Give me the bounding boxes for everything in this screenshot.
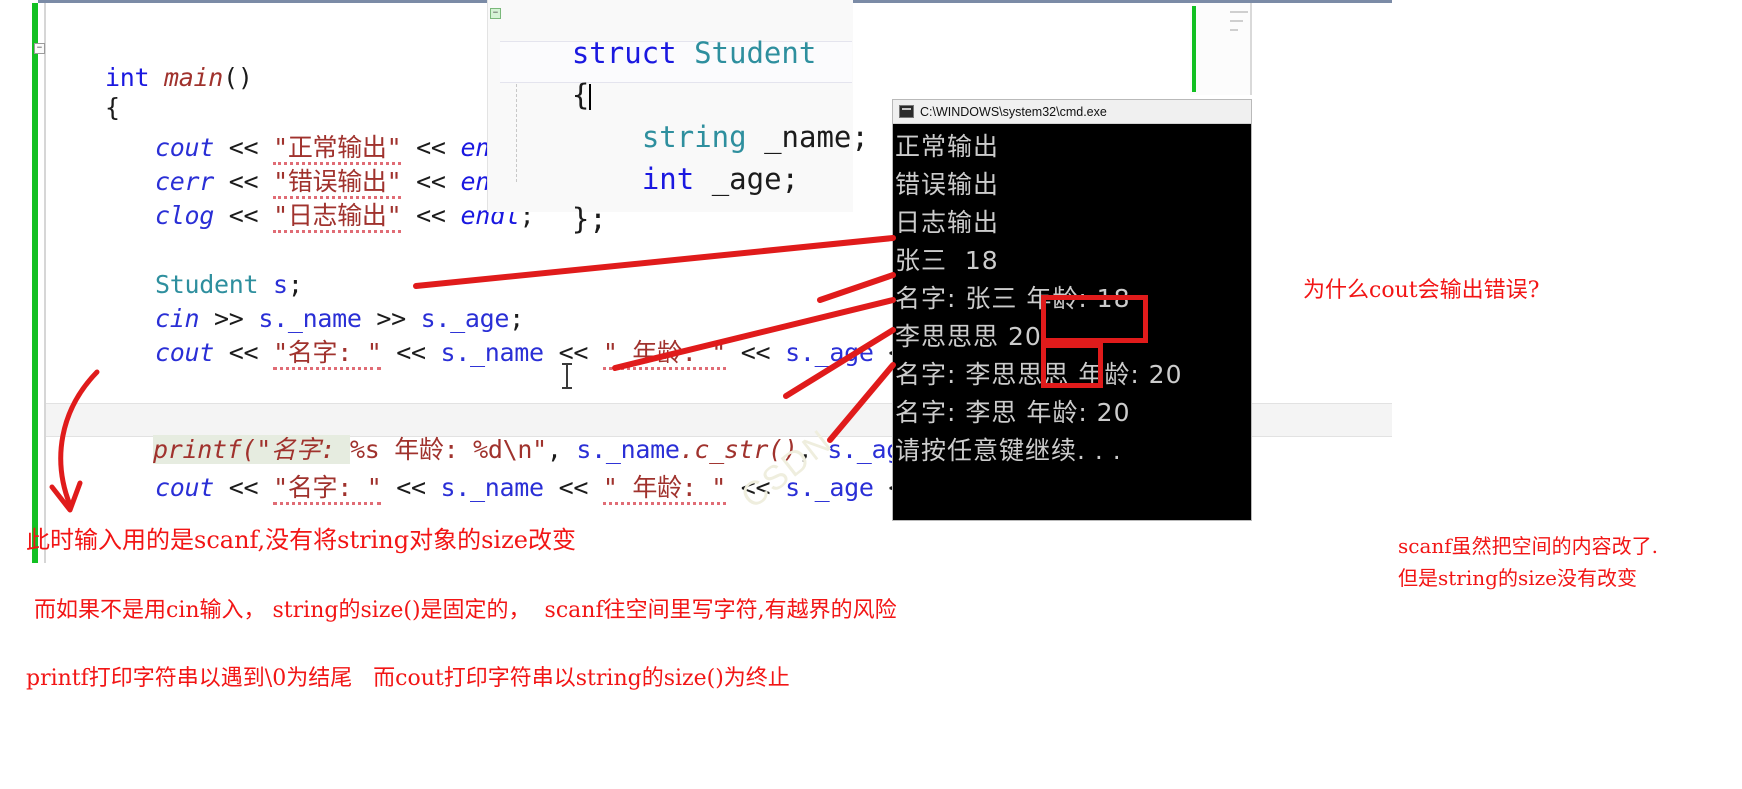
annotation-note-2: 而如果不是用cin输入， string的size()是固定的， scanf往空间… xyxy=(34,598,897,623)
console-line: 名字: 张三 年龄: 18 xyxy=(895,284,1131,313)
token-string-age-label: " 年龄: " xyxy=(602,338,726,370)
token-shift-out-2: << xyxy=(416,201,446,230)
code-fold-toggle-struct[interactable]: − xyxy=(490,8,501,19)
token-s-name: s._name xyxy=(440,338,545,367)
token-shift-out-2: << xyxy=(396,473,426,502)
token-struct-name: Student xyxy=(694,36,817,70)
token-shift-out-3: << xyxy=(558,473,589,502)
token-shift-out-4: << xyxy=(740,338,771,367)
annotation-side-1: scanf虽然把空间的内容改了. xyxy=(1398,534,1659,558)
token-shift-out-2: << xyxy=(396,338,426,367)
token-int-type: int xyxy=(641,162,695,196)
token-string-name-label: "名字: " xyxy=(273,338,382,370)
struct-line-close-brace: }; xyxy=(502,168,607,270)
token-s-age: s._age xyxy=(785,338,874,367)
token-struct-close-brace: }; xyxy=(571,202,607,236)
console-titlebar[interactable]: C:\WINDOWS\system32\cmd.exe xyxy=(893,100,1251,124)
token-shift-out: << xyxy=(228,201,259,230)
token-parens: () xyxy=(223,63,253,92)
struct-definition-panel[interactable]: − struct Student { string _name; int _ag… xyxy=(487,0,869,236)
token-cout: cout xyxy=(155,473,215,502)
token-cout: cout xyxy=(155,338,215,367)
token-s-name: s._name xyxy=(440,473,545,502)
console-line: 正常输出 xyxy=(895,132,1000,161)
console-icon xyxy=(899,105,914,118)
minimap-code-lines xyxy=(1230,11,1248,38)
token-string-log-output: "日志输出" xyxy=(273,201,402,233)
token-shift-out: << xyxy=(228,473,259,502)
cmd-console-window[interactable]: C:\WINDOWS\system32\cmd.exe 正常输出 错误输出 日志… xyxy=(893,100,1251,520)
annotation-note-1: 此时输入用的是scanf,没有将string对象的size改变 xyxy=(26,526,576,554)
token-main: main xyxy=(164,63,224,92)
token-string-age-label: " 年龄: " xyxy=(602,473,726,505)
annotation-question: 为什么cout会输出错误? xyxy=(1303,278,1540,303)
console-line: 日志输出 xyxy=(895,208,1000,237)
annotation-side-2: 但是string的size没有改变 xyxy=(1398,566,1637,590)
console-line: 名字: 李思思思 年龄: 20 xyxy=(895,360,1183,389)
console-line: 名字: 李思 年龄: 20 xyxy=(895,398,1131,427)
token-member-age: _age; xyxy=(711,162,800,196)
console-line: 请按任意键继续. . . xyxy=(895,436,1122,465)
token-clog: clog xyxy=(155,201,215,230)
console-line: 李思思思 20 xyxy=(895,322,1042,351)
editor-scrollbar[interactable] xyxy=(1250,3,1252,95)
token-shift-out: << xyxy=(228,338,259,367)
token-string-name-label: "名字: " xyxy=(273,473,382,505)
code-fold-toggle-main[interactable]: − xyxy=(34,43,45,54)
editor-change-marker-green xyxy=(32,3,38,563)
minimap-change-marker xyxy=(1192,6,1196,92)
annotation-note-3: printf打印字符串以遇到\0为结尾 而cout打印字符串以string的si… xyxy=(26,666,790,691)
text-cursor-ibeam xyxy=(562,363,572,389)
console-line: 错误输出 xyxy=(895,170,1000,199)
console-title: C:\WINDOWS\system32\cmd.exe xyxy=(920,104,1107,119)
console-line: 张三 18 xyxy=(895,246,999,275)
editor-minimap-strip[interactable] xyxy=(1190,0,1252,95)
console-output-area: 正常输出 错误输出 日志输出 张三 18 名字: 张三 年龄: 18 李思思思 … xyxy=(893,124,1251,470)
